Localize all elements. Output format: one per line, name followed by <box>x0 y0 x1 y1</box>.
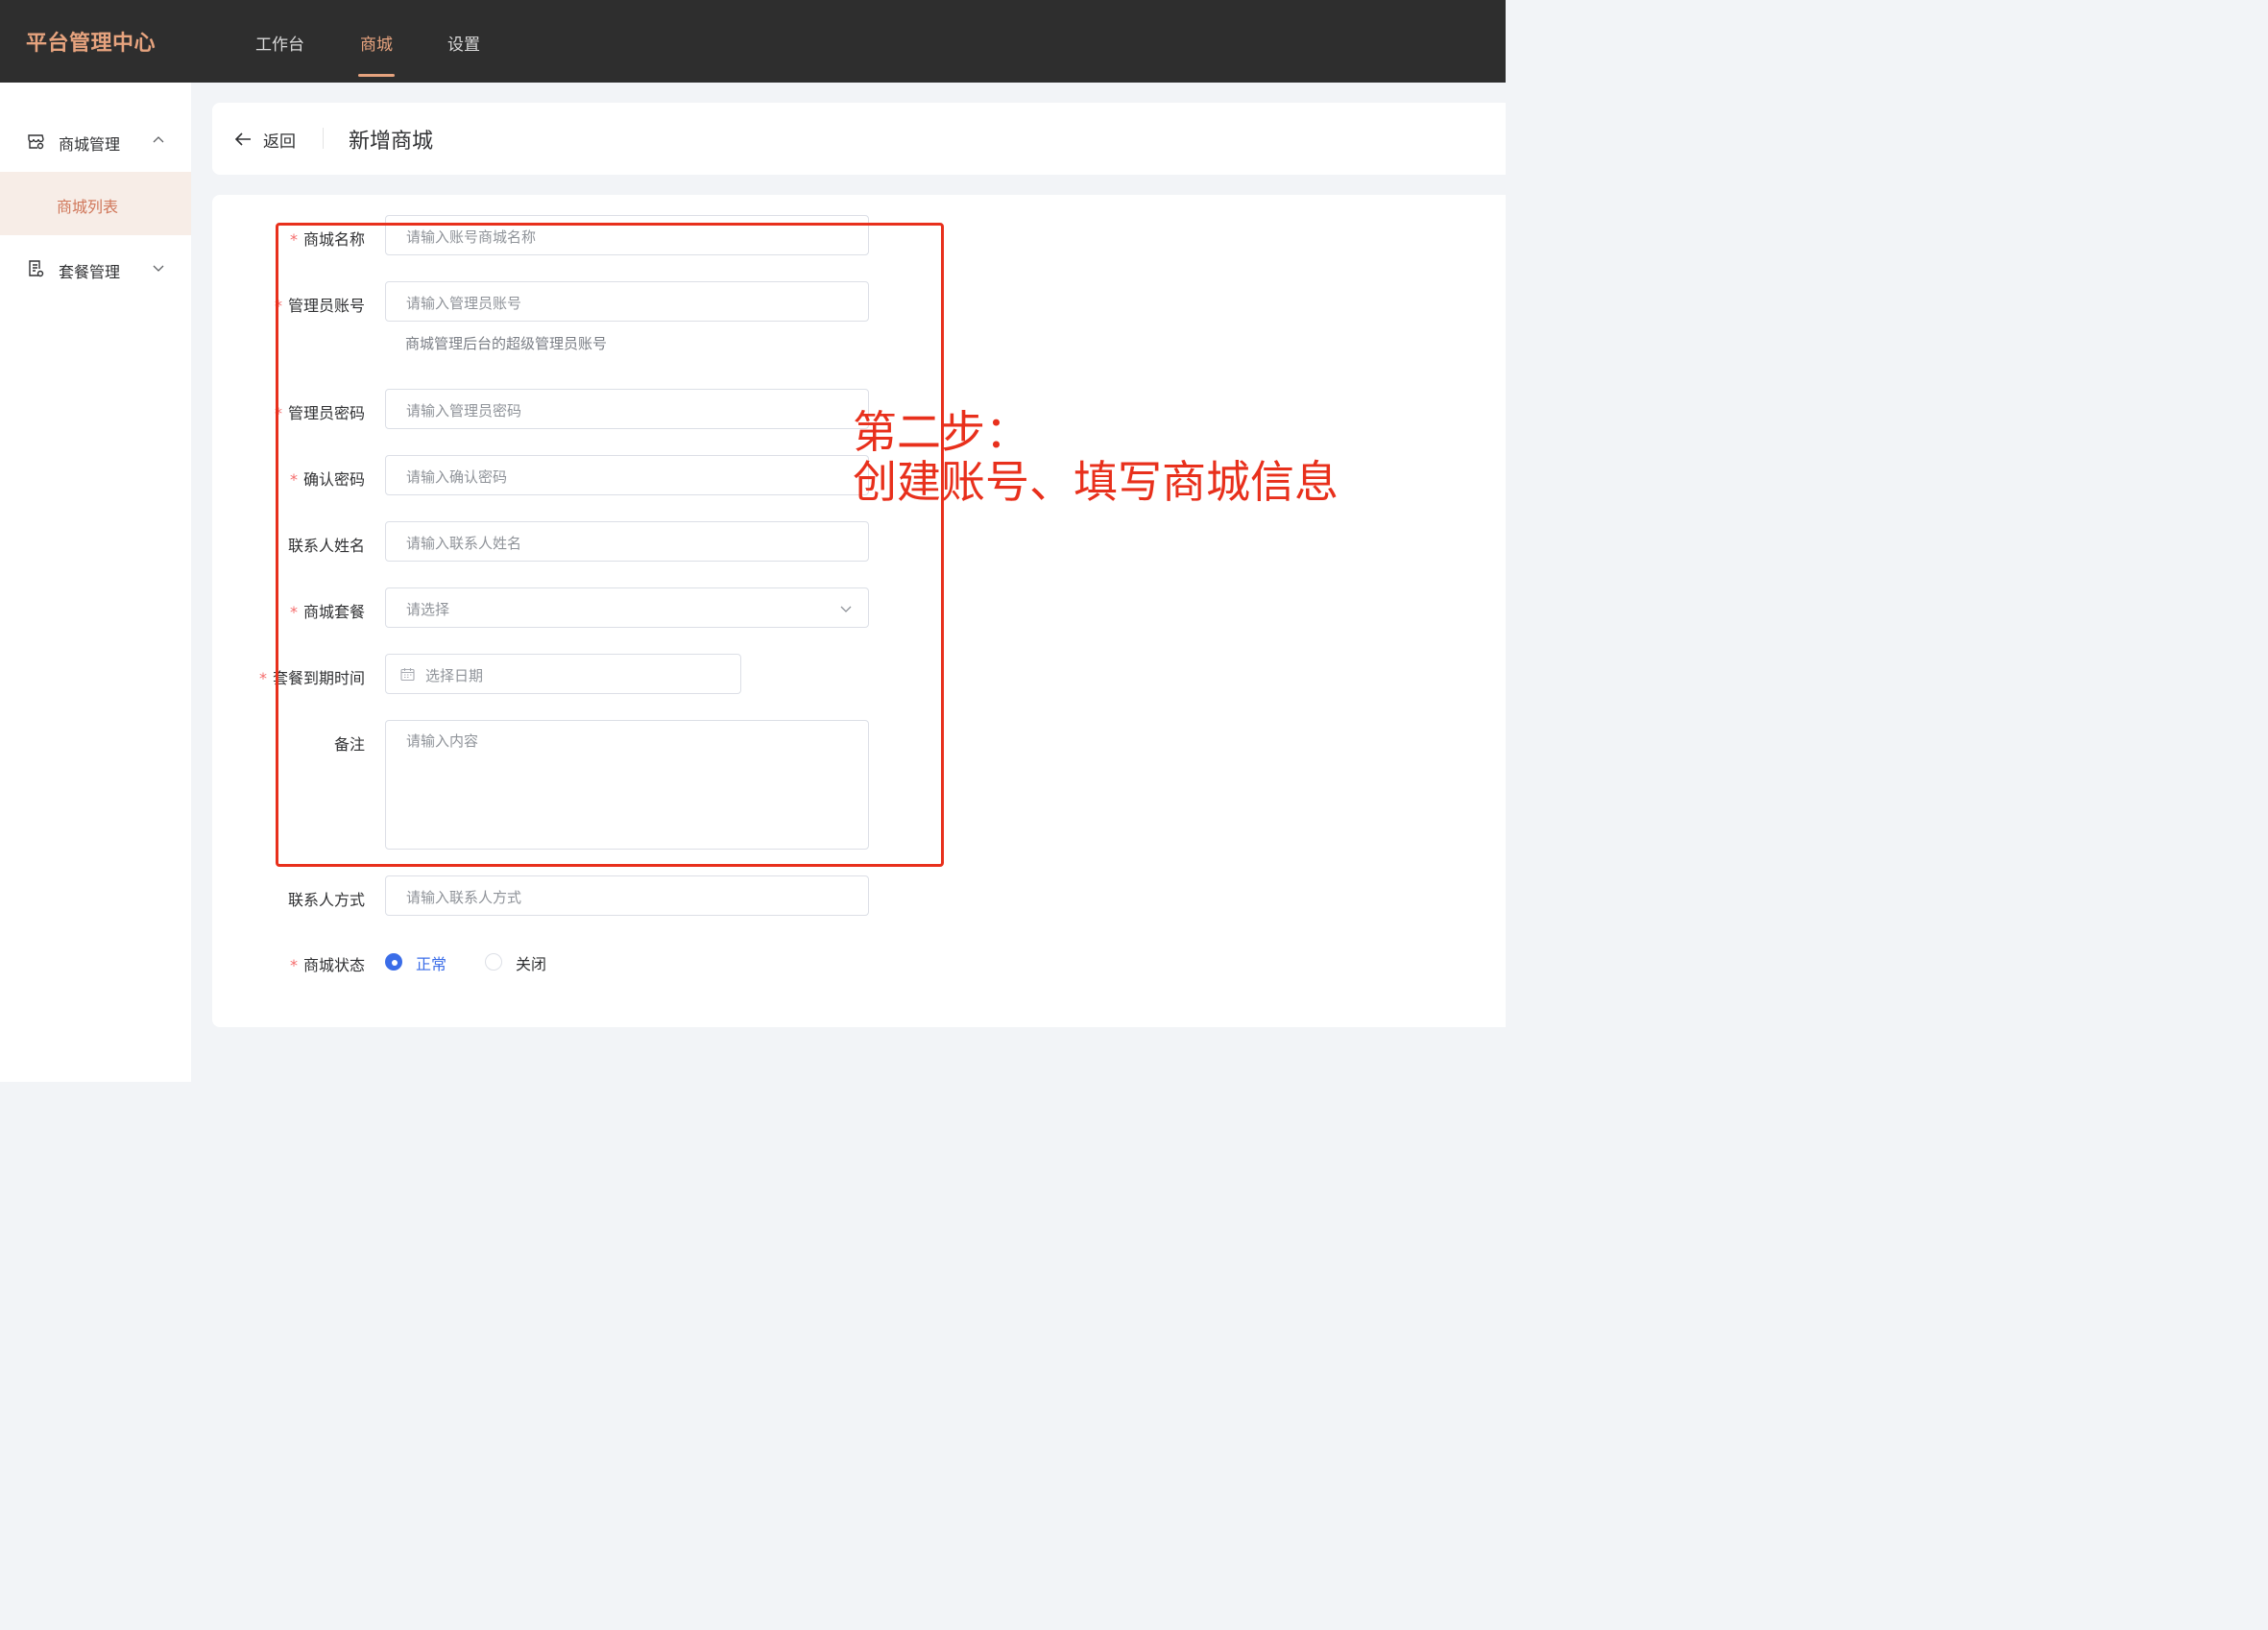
back-label: 返回 <box>263 132 296 152</box>
placeholder: 选择日期 <box>425 667 484 684</box>
sidebar-group-package-management[interactable]: 套餐管理 <box>0 248 191 290</box>
contact-name-input[interactable]: 请输入联系人姓名 <box>385 521 869 562</box>
field-label: * 确认密码 <box>289 470 365 489</box>
mall-package-select[interactable]: 请选择 <box>385 587 869 628</box>
create-mall-form: * 商城名称 请输入账号商城名称 * 管理员账号 请输入管理员账号 商城管理后台的超… <box>212 195 1506 1027</box>
field-label: * 套餐到期时间 <box>258 669 365 687</box>
placeholder: 请输入联系人姓名 <box>406 535 522 552</box>
page-header: 返回 新增商城 <box>212 103 1506 175</box>
admin-password-input[interactable]: 请输入管理员密码 <box>385 389 869 429</box>
header-divider <box>323 128 324 149</box>
chevron-up-icon <box>153 136 164 143</box>
expiry-date-picker[interactable]: 选择日期 <box>385 654 741 694</box>
chevron-down-icon <box>153 265 164 272</box>
radio-dot <box>485 953 502 971</box>
nav-workbench[interactable]: 工作台 <box>255 31 304 55</box>
sidebar-item-mall-list[interactable]: 商城列表 <box>0 172 191 235</box>
placeholder: 请输入内容 <box>406 732 479 750</box>
sidebar-item-label: 商城列表 <box>57 198 119 216</box>
mall-name-input[interactable]: 请输入账号商城名称 <box>385 215 869 255</box>
sidebar-group-label: 商城管理 <box>59 135 121 154</box>
contact-method-input[interactable]: 请输入联系人方式 <box>385 875 869 916</box>
nav-mall[interactable]: 商城 <box>360 31 393 55</box>
placeholder: 请输入确认密码 <box>406 468 508 486</box>
nav-active-indicator <box>358 74 395 77</box>
field-label: * 管理员账号 <box>274 297 365 315</box>
sidebar-group-label: 套餐管理 <box>59 263 121 281</box>
field-label: * 管理员密码 <box>274 404 365 422</box>
field-label: * 商城状态 <box>289 956 365 974</box>
radio-label: 正常 <box>416 955 447 973</box>
admin-account-input[interactable]: 请输入管理员账号 <box>385 281 869 322</box>
placeholder: 请输入账号商城名称 <box>406 228 537 246</box>
field-label: * 商城名称 <box>289 230 365 249</box>
remarks-textarea[interactable]: 请输入内容 <box>385 720 869 850</box>
sidebar-group-mall-management[interactable]: 商城管理 <box>0 120 191 162</box>
top-navigation-bar: 平台管理中心 工作台 商城 设置 <box>0 0 1506 83</box>
field-label: 联系人姓名 <box>287 537 365 555</box>
arrow-left-icon <box>234 132 251 146</box>
nav-settings[interactable]: 设置 <box>447 31 480 55</box>
placeholder: 请输入联系人方式 <box>406 889 522 906</box>
store-icon <box>28 134 44 150</box>
radio-label: 关闭 <box>516 955 547 973</box>
calendar-icon <box>400 668 415 682</box>
placeholder: 请输入管理员账号 <box>406 295 522 312</box>
placeholder: 请输入管理员密码 <box>406 402 522 419</box>
brand-title: 平台管理中心 <box>26 32 157 56</box>
package-list-icon <box>29 260 44 277</box>
field-label: 备注 <box>333 735 365 754</box>
page-title: 新增商城 <box>349 130 434 154</box>
field-label: * 商城套餐 <box>289 603 365 621</box>
admin-account-help-text: 商城管理后台的超级管理员账号 <box>405 335 608 352</box>
placeholder: 请选择 <box>406 601 450 618</box>
sidebar: 商城管理 商城列表 套餐管理 <box>0 83 191 1082</box>
field-label: 联系人方式 <box>287 891 365 909</box>
radio-dot <box>385 953 402 971</box>
confirm-password-input[interactable]: 请输入确认密码 <box>385 455 869 495</box>
chevron-down-icon <box>840 606 852 612</box>
